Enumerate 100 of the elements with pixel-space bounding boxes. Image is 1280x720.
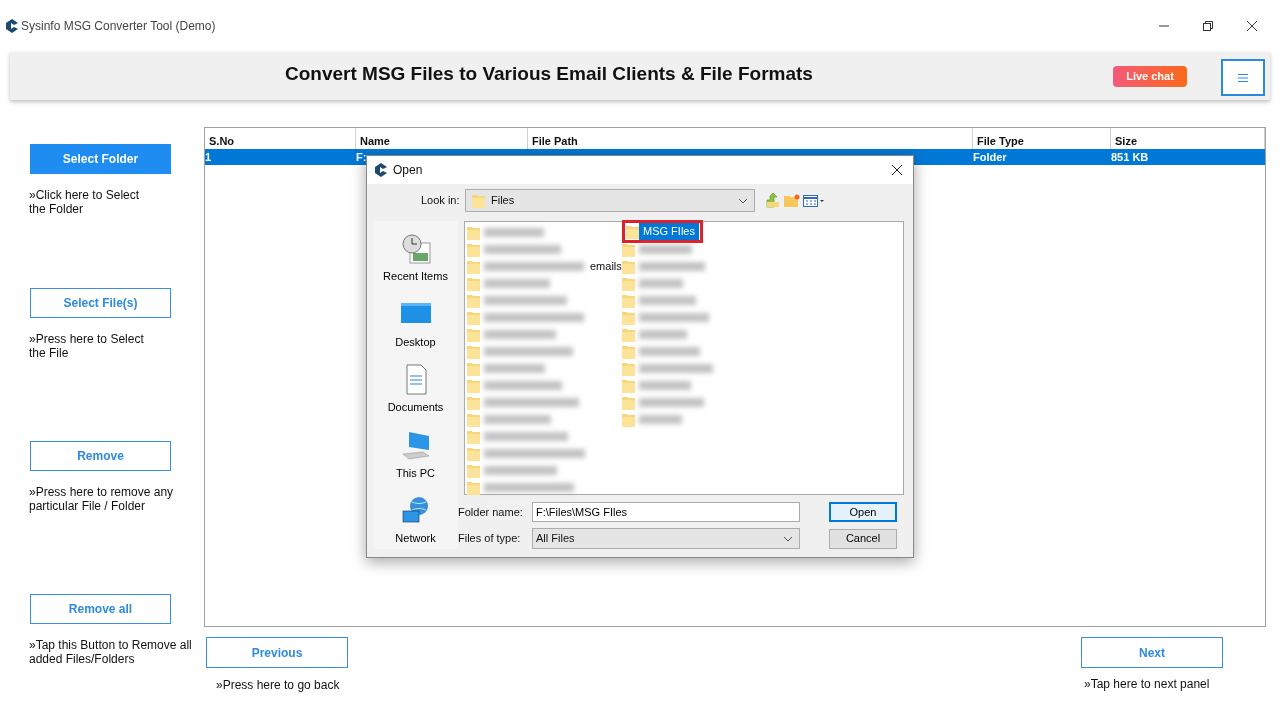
folder-icon — [467, 395, 480, 410]
restore-icon[interactable] — [1202, 20, 1214, 32]
folder-icon — [622, 276, 635, 291]
table-cell: F: — [356, 151, 367, 163]
folder-icon — [622, 378, 635, 393]
folder-icon — [622, 327, 635, 342]
previous-button[interactable]: Previous — [206, 637, 348, 668]
caret-icon — [738, 197, 748, 204]
hint-text: »Press here to remove any particular File / Folder — [29, 485, 175, 513]
menu-icon — [1238, 74, 1248, 83]
folder-icon — [467, 276, 480, 291]
folder-icon — [622, 395, 635, 410]
blurred-label[interactable] — [639, 245, 692, 254]
folder-icon — [622, 242, 635, 257]
hint-text: »Tap this Button to Remove all added Files/Folders — [29, 638, 193, 666]
folder-icon — [467, 429, 480, 444]
blurred-label[interactable] — [639, 347, 700, 356]
folder-icon — [467, 327, 480, 342]
places-item[interactable]: This PC — [380, 429, 451, 481]
cancel-button[interactable]: Cancel — [829, 528, 897, 549]
folder-icon — [467, 344, 480, 359]
table-cell: Folder — [973, 151, 1007, 163]
places-item[interactable]: Documents — [380, 364, 451, 416]
blurred-label[interactable] — [484, 313, 584, 322]
window-title: Sysinfo MSG Converter Tool (Demo) — [21, 18, 216, 35]
open-button[interactable]: Open — [829, 502, 897, 522]
folder-item[interactable]: MSG FIles — [639, 223, 699, 240]
folder-icon — [467, 242, 480, 257]
field-label: Folder name: — [458, 504, 524, 520]
close-icon[interactable] — [891, 164, 903, 176]
folder-icon — [467, 293, 480, 308]
folder-icon — [622, 361, 635, 376]
action-button[interactable]: Select File(s) — [30, 288, 171, 318]
caret-icon — [783, 535, 793, 542]
hint-text: »Tap here to next panel — [1084, 676, 1211, 693]
menu-button[interactable] — [1221, 59, 1265, 96]
blurred-label[interactable] — [639, 398, 704, 407]
folder-icon — [472, 193, 485, 208]
folder-icon — [467, 310, 480, 325]
app-logo-icon — [6, 19, 18, 33]
blurred-label[interactable] — [484, 245, 561, 254]
blurred-label[interactable] — [484, 279, 550, 288]
blurred-label[interactable] — [639, 381, 691, 390]
hint-text: »Press here to Select the File — [29, 332, 145, 360]
blurred-label[interactable] — [484, 483, 574, 492]
blurred-label[interactable] — [484, 228, 544, 237]
blurred-label[interactable] — [484, 262, 584, 271]
hint-text: »Press here to go back — [216, 677, 341, 694]
places-item[interactable]: Desktop — [380, 298, 451, 350]
field-label: Files of type: — [458, 531, 522, 547]
hint-text: »Click here to Select the Folder — [29, 188, 141, 216]
folder-icon — [467, 412, 480, 427]
blurred-label[interactable] — [639, 415, 682, 424]
folder-icon — [467, 361, 480, 376]
up-folder-icon[interactable] — [766, 193, 780, 208]
blurred-label[interactable] — [484, 398, 579, 407]
close-icon[interactable] — [1246, 20, 1258, 32]
blurred-label[interactable] — [639, 313, 709, 322]
view-menu-icon[interactable] — [803, 194, 825, 207]
action-button[interactable]: Remove — [30, 441, 171, 471]
blurred-label[interactable] — [484, 415, 551, 424]
blurred-label[interactable] — [639, 364, 713, 373]
places-item[interactable]: Network — [380, 495, 451, 547]
folder-icon — [622, 293, 635, 308]
folder-item: emails — [590, 259, 622, 275]
page-heading: Convert MSG Files to Various Email Clients & File Formats — [285, 62, 813, 86]
look-in-dropdown[interactable]: Files — [465, 189, 755, 212]
blurred-label[interactable] — [484, 449, 585, 458]
file-type-dropdown[interactable]: All Files — [532, 528, 800, 549]
folder-icon — [467, 259, 480, 274]
blurred-label[interactable] — [484, 347, 573, 356]
action-button[interactable]: Remove all — [30, 594, 171, 624]
folder-name-field[interactable]: F:\Files\MSG FIles — [532, 502, 800, 522]
recent-items-icon — [399, 233, 432, 265]
new-folder-icon[interactable] — [784, 194, 800, 207]
dialog-title: Open — [393, 162, 423, 179]
folder-icon — [622, 412, 635, 427]
table-cell: 1 — [205, 151, 212, 163]
field-label: Look in: — [421, 193, 461, 209]
folder-icon — [622, 259, 635, 274]
blurred-label[interactable] — [484, 466, 557, 475]
folder-icon — [467, 446, 480, 461]
folder-icon — [467, 463, 480, 478]
blurred-label[interactable] — [639, 279, 683, 288]
blurred-label[interactable] — [639, 330, 687, 339]
blurred-label[interactable] — [639, 262, 705, 271]
blurred-label[interactable] — [484, 296, 567, 305]
app-logo-icon — [375, 163, 387, 177]
blurred-label[interactable] — [639, 296, 696, 305]
blurred-label[interactable] — [484, 381, 562, 390]
folder-icon — [626, 224, 639, 239]
blurred-label[interactable] — [484, 364, 545, 373]
places-item[interactable]: Recent Items — [380, 233, 451, 285]
folder-icon — [467, 225, 480, 240]
blurred-label[interactable] — [484, 330, 556, 339]
next-button[interactable]: Next — [1081, 637, 1223, 668]
folder-icon — [467, 378, 480, 393]
blurred-label[interactable] — [484, 432, 568, 441]
folder-icon — [467, 480, 480, 495]
table-cell: 851 KB — [1111, 151, 1149, 163]
